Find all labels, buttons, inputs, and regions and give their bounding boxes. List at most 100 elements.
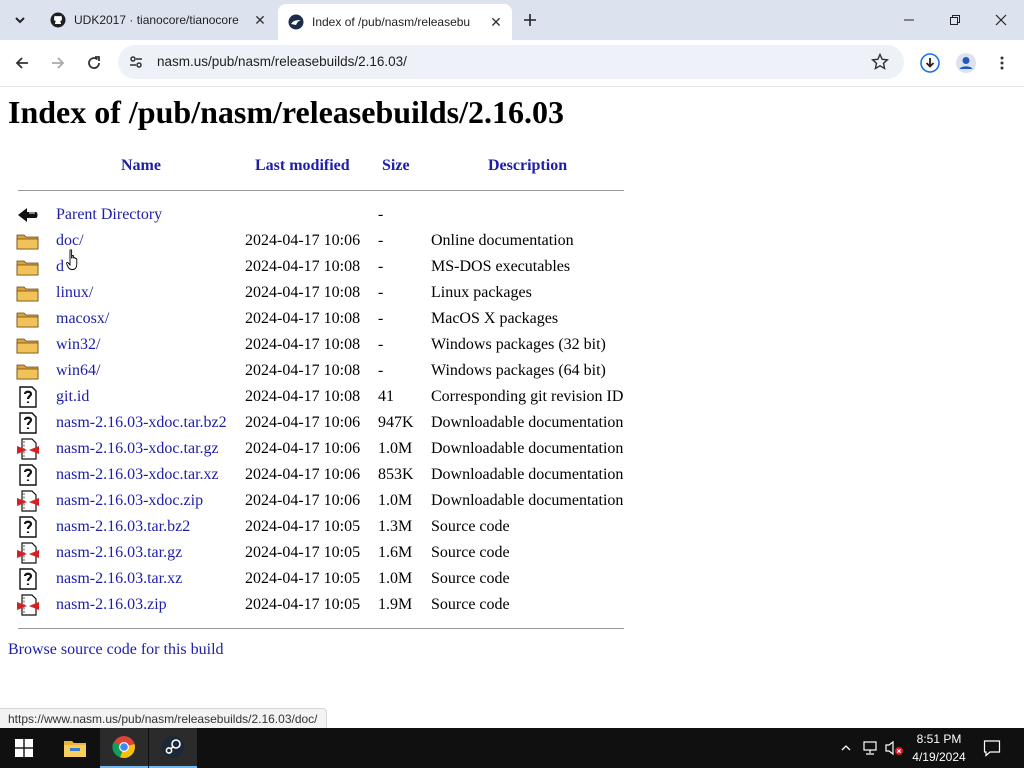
volume-muted-icon [885,740,903,756]
status-bar-url: https://www.nasm.us/pub/nasm/releasebuil… [0,708,327,730]
list-item: git.id 2024-04-17 10:08 41 Corresponding gi… [16,384,636,410]
file-link[interactable]: nasm-2.16.03-xdoc.tar.xz [56,466,219,484]
file-link[interactable]: nasm-2.16.03.tar.bz2 [56,518,190,536]
folder-icon[interactable] [16,256,40,278]
clock-date: 4/19/2024 [912,750,966,764]
back-button[interactable] [10,51,34,75]
list-item: nasm-2.16.03.tar.gz 2024-04-17 10:05 1.6M S… [16,540,636,566]
last-modified-cell: 2024-04-17 10:05 [245,570,361,587]
file-link[interactable]: macosx/ [56,310,109,328]
file-link[interactable]: nasm-2.16.03-xdoc.tar.bz2 [56,414,227,432]
restore-button[interactable] [932,0,978,40]
last-modified-cell: 2024-04-17 10:06 [245,492,361,509]
file-link[interactable]: doc/ [56,232,84,250]
file-link[interactable]: Parent Directory [56,206,162,224]
column-header-description[interactable]: Description [488,157,567,175]
file-link[interactable]: git.id [56,388,89,406]
show-hidden-icons-button[interactable] [836,738,856,758]
file-link[interactable]: nasm-2.16.03.zip [56,596,167,614]
last-modified-cell: 2024-04-17 10:06 [245,440,361,457]
avatar-icon [956,53,976,73]
new-tab-button[interactable] [518,8,542,32]
file-link[interactable]: nasm-2.16.03-xdoc.zip [56,492,203,510]
address-bar[interactable]: nasm.us/pub/nasm/releasebuilds/2.16.03/ [118,45,904,79]
column-header-name[interactable]: Name [121,157,161,175]
menu-button[interactable] [990,51,1014,75]
start-button[interactable] [0,728,48,768]
site-info-button[interactable] [124,50,148,74]
back-arrow-icon[interactable] [16,204,40,226]
description-cell: MacOS X packages [431,310,559,327]
taskbar-chrome[interactable] [100,728,148,768]
file-link[interactable]: linux/ [56,284,93,302]
minimize-button[interactable] [886,0,932,40]
folder-icon[interactable] [16,308,40,330]
tab-search-button[interactable] [8,8,32,32]
close-window-button[interactable] [978,0,1024,40]
last-modified-cell: 2024-04-17 10:06 [245,414,361,431]
profile-button[interactable] [954,51,978,75]
browse-source-link[interactable]: Browse source code for this build [8,641,224,659]
notifications-button[interactable] [982,738,1002,758]
tab-nasm-index[interactable]: Index of /pub/nasm/releasebu ✕ [278,4,512,40]
description-cell: Corresponding git revision ID [431,388,624,405]
folder-icon[interactable] [16,230,40,252]
file-link[interactable]: nasm-2.16.03.tar.gz [56,544,182,562]
file-link[interactable]: nasm-2.16.03-xdoc.tar.gz [56,440,219,458]
forward-button[interactable] [46,51,70,75]
system-clock[interactable]: 8:51 PM 4/19/2024 [904,730,974,766]
last-modified-cell: 2024-04-17 10:06 [245,232,361,249]
file-explorer-icon [64,741,86,757]
close-tab-icon[interactable]: ✕ [250,10,270,30]
description-cell: Online documentation [431,232,574,249]
list-item: doc/2024-04-17 10:06- Online documentatio… [16,228,636,254]
steam-icon [162,736,184,758]
bookmark-button[interactable] [868,50,892,74]
unknown-file-icon[interactable] [16,464,40,486]
list-item: linux/2024-04-17 10:08- Linux packages [16,280,636,306]
unknown-file-icon[interactable] [16,386,40,408]
volume-tray-button[interactable] [884,738,904,758]
folder-icon[interactable] [16,334,40,356]
last-modified-cell: 2024-04-17 10:05 [245,596,361,613]
network-icon [863,741,877,755]
chevron-up-icon [841,745,851,751]
size-cell: 947K [378,414,414,431]
network-tray-button[interactable] [860,738,880,758]
close-tab-icon[interactable]: ✕ [486,12,506,32]
column-header-last-modified[interactable]: Last modified [255,157,350,175]
last-modified-cell: 2024-04-17 10:08 [245,336,361,353]
file-link[interactable]: win64/ [56,362,100,380]
file-link[interactable]: win32/ [56,336,100,354]
unknown-file-icon[interactable] [16,412,40,434]
list-item: nasm-2.16.03-xdoc.tar.bz2 2024-04-17 10:0… [16,410,636,436]
tab-github[interactable]: UDK2017 · tianocore/tianocore ✕ [40,4,276,36]
folder-icon[interactable] [16,360,40,382]
file-link[interactable]: d [56,258,64,276]
size-cell: 1.3M [378,518,413,535]
list-item: win32/2024-04-17 10:08- Windows packages … [16,332,636,358]
unknown-file-icon[interactable] [16,516,40,538]
column-header-size[interactable]: Size [382,157,410,175]
compressed-file-icon[interactable] [16,490,40,512]
taskbar-file-explorer[interactable] [51,728,99,768]
last-modified-cell: 2024-04-17 10:05 [245,544,361,561]
unknown-file-icon[interactable] [16,568,40,590]
file-link[interactable]: nasm-2.16.03.tar.xz [56,570,182,588]
description-cell: Source code [431,570,510,587]
arrow-left-icon [15,57,28,69]
folder-icon[interactable] [16,282,40,304]
reload-button[interactable] [82,51,106,75]
size-cell: - [378,232,384,249]
compressed-file-icon[interactable] [16,594,40,616]
tune-icon [130,56,142,68]
compressed-file-icon[interactable] [16,542,40,564]
size-cell: - [378,206,384,223]
list-item: d 2024-04-17 10:08- MS-DOS executables [16,254,636,280]
description-cell: Downloadable documentation [431,414,624,431]
compressed-file-icon[interactable] [16,438,40,460]
downloads-button[interactable] [918,51,942,75]
close-icon [995,14,1007,26]
size-cell: 1.0M [378,492,413,509]
taskbar-steam[interactable] [149,728,197,768]
